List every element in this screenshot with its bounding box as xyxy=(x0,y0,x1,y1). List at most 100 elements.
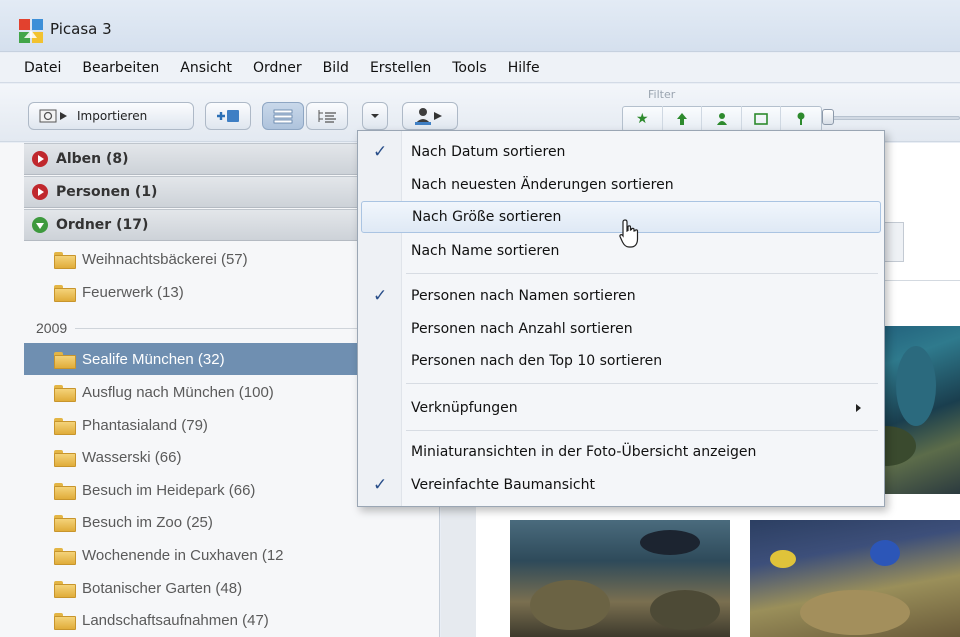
sort-dropdown-button[interactable] xyxy=(362,102,388,130)
menu-item-sort-date[interactable]: ✓ Nach Datum sortieren xyxy=(361,136,881,168)
folder-label: Wasserski (66) xyxy=(82,448,182,466)
picasa-window: Picasa 3 Datei Bearbeiten Ansicht Ordner… xyxy=(0,0,960,637)
folder-label: Landschaftsaufnahmen (47) xyxy=(82,611,269,629)
folder-icon xyxy=(54,612,76,630)
people-icon xyxy=(415,108,442,125)
folder-icon xyxy=(54,384,76,402)
folder-icon xyxy=(54,482,76,500)
menu-item-label: Nach Größe sortieren xyxy=(412,209,562,225)
year-label: 2009 xyxy=(36,320,68,336)
menu-item-label: Nach Name sortieren xyxy=(411,243,560,259)
folder-item[interactable]: Besuch im Zoo (25) xyxy=(24,506,439,538)
folder-icon xyxy=(54,514,76,532)
photo-thumbnail[interactable] xyxy=(510,520,730,637)
folder-icon xyxy=(54,417,76,435)
import-icon xyxy=(39,109,67,123)
checkmark-icon: ✓ xyxy=(373,142,388,162)
photo-detail xyxy=(530,580,610,630)
photo-detail xyxy=(640,530,700,555)
menu-item-people-by-count[interactable]: Personen nach Anzahl sortieren xyxy=(361,313,881,345)
picasa-logo-icon xyxy=(19,19,43,43)
collapse-arrow-icon[interactable] xyxy=(32,217,48,233)
movie-icon[interactable] xyxy=(742,106,782,132)
folder-label: Ausflug nach München (100) xyxy=(82,383,274,401)
folder-item[interactable]: Wochenende in Cuxhaven (12 xyxy=(24,539,439,571)
menu-file[interactable]: Datei xyxy=(24,60,61,76)
folder-label: Wochenende in Cuxhaven (12 xyxy=(82,546,284,564)
hand-cursor-icon xyxy=(619,219,639,248)
menu-item-label: Miniaturansichten in der Foto-Übersicht … xyxy=(411,444,757,460)
tree-view-button[interactable] xyxy=(306,102,348,130)
menu-item-people-top10[interactable]: Personen nach den Top 10 sortieren xyxy=(361,345,881,377)
title-bar: Picasa 3 xyxy=(0,0,960,52)
menu-item-sort-changes[interactable]: Nach neuesten Änderungen sortieren xyxy=(361,169,881,201)
person-icon[interactable] xyxy=(702,106,742,132)
group-people-label: Personen (1) xyxy=(56,184,158,200)
folder-icon xyxy=(54,284,76,302)
import-button[interactable]: Importieren xyxy=(28,102,194,130)
folder-icon xyxy=(54,547,76,565)
menu-view[interactable]: Ansicht xyxy=(180,60,232,76)
expand-arrow-icon[interactable] xyxy=(32,184,48,200)
folder-icon xyxy=(54,449,76,467)
menu-separator xyxy=(406,430,878,431)
folder-icon xyxy=(54,351,76,369)
photo-detail xyxy=(770,550,796,568)
people-button[interactable] xyxy=(402,102,458,130)
sort-menu: ✓ Nach Datum sortieren Nach neuesten Änd… xyxy=(357,130,885,507)
menu-item-label: Nach neuesten Änderungen sortieren xyxy=(411,177,674,193)
folder-item[interactable]: Landschaftsaufnahmen (47) xyxy=(24,604,439,636)
folder-label: Weihnachtsbäckerei (57) xyxy=(82,250,248,268)
menu-picture[interactable]: Bild xyxy=(323,60,349,76)
upload-icon[interactable] xyxy=(663,106,703,132)
add-to-album-button[interactable] xyxy=(205,102,251,130)
menu-item-thumbnails[interactable]: Miniaturansichten in der Foto-Übersicht … xyxy=(361,436,881,468)
menu-item-shortcuts[interactable]: Verknüpfungen xyxy=(361,392,881,424)
list-view-button[interactable] xyxy=(262,102,304,130)
menu-item-label: Personen nach Namen sortieren xyxy=(411,288,636,304)
menu-help[interactable]: Hilfe xyxy=(508,60,540,76)
tree-view-icon xyxy=(318,110,336,123)
group-folders-label: Ordner (17) xyxy=(56,217,149,233)
chevron-down-icon xyxy=(371,114,379,118)
checkmark-icon: ✓ xyxy=(373,286,388,306)
person-shape-icon xyxy=(716,113,727,125)
menu-bar: Datei Bearbeiten Ansicht Ordner Bild Ers… xyxy=(0,53,960,83)
folder-label: Besuch im Zoo (25) xyxy=(82,513,213,531)
menu-tools[interactable]: Tools xyxy=(452,60,487,76)
window-title: Picasa 3 xyxy=(50,20,112,38)
filter-bar: ★ xyxy=(622,106,822,132)
folder-label: Besuch im Heidepark (66) xyxy=(82,481,256,499)
movie-shape-icon xyxy=(754,113,768,125)
folder-label: Botanischer Garten (48) xyxy=(82,579,243,597)
folder-icon xyxy=(54,251,76,269)
menu-folder[interactable]: Ordner xyxy=(253,60,302,76)
add-album-icon xyxy=(217,110,239,122)
folder-label: Feuerwerk (13) xyxy=(82,283,184,301)
folder-item[interactable]: Botanischer Garten (48) xyxy=(24,572,439,604)
photo-detail xyxy=(870,540,900,566)
menu-separator xyxy=(406,273,878,274)
filter-label: Filter xyxy=(648,88,676,101)
menu-item-simple-tree[interactable]: ✓ Vereinfachte Baumansicht xyxy=(361,469,881,501)
menu-edit[interactable]: Bearbeiten xyxy=(82,60,159,76)
checkmark-icon: ✓ xyxy=(373,475,388,495)
menu-create[interactable]: Erstellen xyxy=(370,60,431,76)
photo-detail xyxy=(896,346,936,426)
menu-item-label: Personen nach den Top 10 sortieren xyxy=(411,353,663,369)
filter-slider-track[interactable] xyxy=(826,116,960,120)
location-icon[interactable] xyxy=(781,106,821,132)
menu-item-label: Vereinfachte Baumansicht xyxy=(411,477,595,493)
star-icon[interactable]: ★ xyxy=(623,106,663,132)
folder-label: Phantasialand (79) xyxy=(82,416,208,434)
expand-arrow-icon[interactable] xyxy=(32,151,48,167)
submenu-arrow-icon xyxy=(856,404,861,412)
upload-arrow-icon xyxy=(676,113,687,125)
menu-item-label: Verknüpfungen xyxy=(411,400,518,416)
photo-thumbnail[interactable] xyxy=(750,520,960,637)
group-albums-label: Alben (8) xyxy=(56,151,129,167)
import-label: Importieren xyxy=(77,109,148,123)
menu-item-people-by-name[interactable]: ✓ Personen nach Namen sortieren xyxy=(361,280,881,312)
photo-detail xyxy=(800,590,910,635)
filter-slider-thumb[interactable] xyxy=(822,109,834,125)
